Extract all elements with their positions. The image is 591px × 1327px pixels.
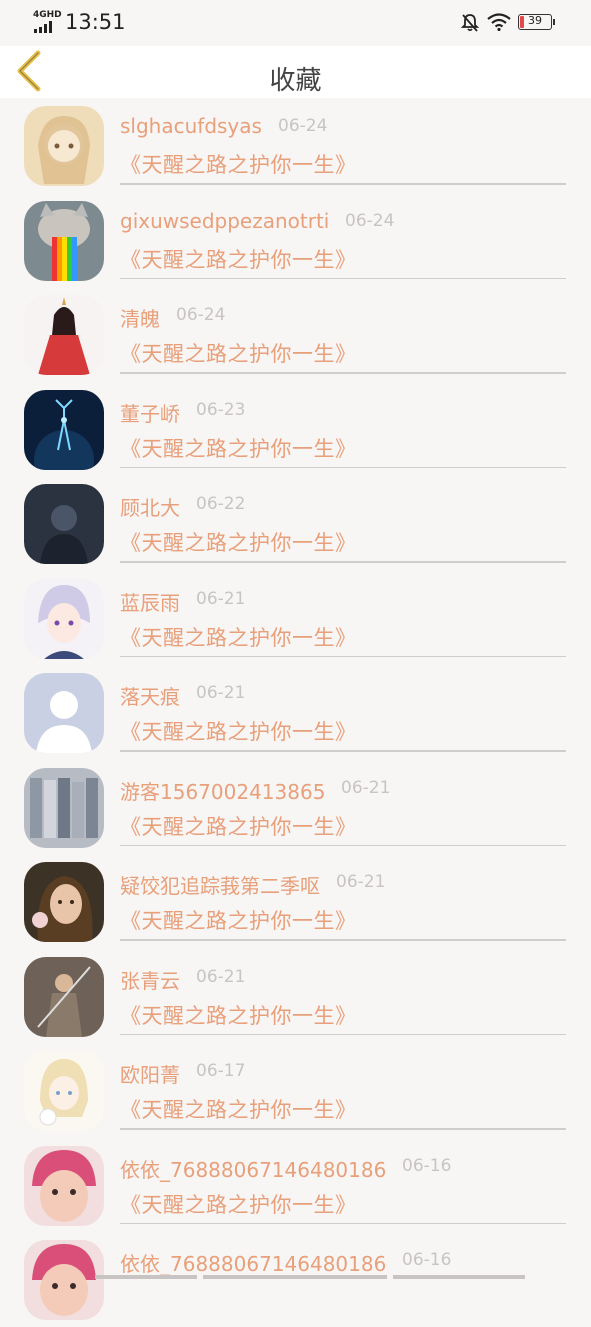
bell-muted-icon — [460, 14, 480, 32]
header: 收藏 — [0, 46, 591, 98]
clock: 13:51 — [65, 10, 126, 34]
list-item[interactable]: gixuwsedppezanotrti 06-24 《天醒之路之护你一生》 — [0, 193, 591, 288]
list-item[interactable]: 依依_76888067146480186 06-16 《天醒之路之护你一生》 — [0, 1138, 591, 1233]
novel-title[interactable]: 《天醒之路之护你一生》 — [120, 433, 357, 463]
avatar[interactable] — [24, 578, 104, 659]
list-item[interactable]: 欧阳菁 06-17 《天醒之路之护你一生》 — [0, 1043, 591, 1138]
list-item[interactable]: 张青云 06-21 《天醒之路之护你一生》 — [0, 949, 591, 1044]
avatar[interactable] — [24, 295, 104, 375]
novel-title[interactable]: 《天醒之路之护你一生》 — [120, 716, 357, 746]
novel-title[interactable]: 《天醒之路之护你一生》 — [120, 244, 357, 274]
novel-title[interactable]: 《天醒之路之护你一生》 — [120, 1000, 357, 1030]
divider — [120, 1128, 566, 1130]
battery-icon: 39 — [518, 14, 555, 30]
item-date: 06-16 — [402, 1250, 452, 1270]
avatar[interactable] — [24, 862, 104, 942]
user-name: 依依_76888067146480186 — [120, 1157, 387, 1182]
list-item[interactable]: 董子峤 06-23 《天醒之路之护你一生》 — [0, 382, 591, 477]
user-name: 依依_76888067146480186 — [120, 1252, 387, 1276]
novel-title[interactable]: 《天醒之路之护你一生》 — [120, 338, 357, 368]
user-name: slghacufdsyas — [120, 114, 262, 138]
divider — [120, 372, 566, 374]
divider — [120, 939, 566, 941]
item-date: 06-21 — [341, 777, 391, 798]
user-name: 董子峤 — [120, 401, 180, 426]
divider — [120, 1033, 566, 1035]
list-item[interactable]: 蓝辰雨 06-21 《天醒之路之护你一生》 — [0, 571, 591, 666]
user-name: 落天痕 — [120, 685, 180, 709]
novel-title[interactable]: 《天醒之路之护你一生》 — [120, 527, 357, 557]
item-date: 06-24 — [176, 305, 226, 325]
divider — [120, 655, 566, 657]
user-name: gixuwsedppezanotrti — [120, 208, 330, 233]
avatar[interactable] — [24, 106, 104, 186]
divider — [120, 1222, 566, 1224]
divider — [120, 466, 566, 468]
scrollbar-segment — [203, 1275, 387, 1279]
novel-title[interactable]: 《天醒之路之护你一生》 — [120, 905, 357, 935]
page-title: 收藏 — [269, 66, 322, 96]
battery-level: 39 — [528, 14, 542, 27]
scrollbar-segment — [393, 1275, 525, 1279]
item-date: 06-21 — [196, 588, 246, 609]
item-date: 06-21 — [196, 966, 246, 987]
user-name: 顾北大 — [120, 496, 180, 520]
list-item[interactable]: 顾北大 06-22 《天醒之路之护你一生》 — [0, 476, 591, 571]
item-date: 06-22 — [196, 494, 246, 514]
list-item[interactable]: slghacufdsyas 06-24 《天醒之路之护你一生》 — [0, 98, 591, 193]
avatar[interactable] — [24, 1051, 104, 1131]
network-type: 4GHD — [33, 10, 62, 20]
user-name: 疑饺犯追踪莪第二季呕 — [120, 874, 320, 898]
avatar[interactable] — [24, 389, 104, 470]
list-item[interactable]: 疑饺犯追踪莪第二季呕 06-21 《天醒之路之护你一生》 — [0, 854, 591, 949]
list-item[interactable]: 落天痕 06-21 《天醒之路之护你一生》 — [0, 665, 591, 760]
user-name: 清魄 — [120, 307, 160, 331]
avatar[interactable] — [24, 200, 104, 281]
signal-icon — [34, 21, 52, 33]
novel-title[interactable]: 《天醒之路之护你一生》 — [120, 149, 357, 179]
novel-title[interactable]: 《天醒之路之护你一生》 — [120, 811, 357, 841]
novel-title[interactable]: 《天醒之路之护你一生》 — [120, 1094, 357, 1124]
list-item[interactable]: 游客1567002413865 06-21 《天醒之路之护你一生》 — [0, 760, 591, 855]
item-date: 06-21 — [196, 683, 246, 703]
item-date: 06-23 — [196, 399, 246, 420]
user-name: 蓝辰雨 — [120, 590, 180, 615]
item-date: 06-16 — [402, 1155, 452, 1176]
divider — [120, 561, 566, 563]
list-item[interactable]: 依依_76888067146480186 06-16 — [0, 1232, 591, 1327]
avatar[interactable] — [24, 484, 104, 564]
item-date: 06-21 — [336, 872, 386, 892]
divider — [120, 750, 566, 752]
avatar[interactable] — [24, 1240, 104, 1320]
list-item[interactable]: 清魄 06-24 《天醒之路之护你一生》 — [0, 287, 591, 382]
user-name: 欧阳菁 — [120, 1063, 180, 1087]
scrollbar-segment — [95, 1275, 197, 1279]
divider — [120, 183, 566, 185]
avatar[interactable] — [24, 673, 104, 753]
item-date: 06-17 — [196, 1061, 246, 1081]
status-bar: 4GHD 13:51 39 — [0, 0, 591, 46]
user-name: 张青云 — [120, 968, 180, 993]
divider — [120, 844, 566, 846]
item-date: 06-24 — [345, 210, 395, 231]
item-date: 06-24 — [278, 116, 328, 136]
wifi-icon — [487, 13, 511, 31]
avatar[interactable] — [24, 956, 104, 1037]
user-name: 游客1567002413865 — [120, 779, 326, 804]
novel-title[interactable]: 《天醒之路之护你一生》 — [120, 1189, 357, 1219]
novel-title[interactable]: 《天醒之路之护你一生》 — [120, 622, 357, 652]
avatar[interactable] — [24, 1145, 104, 1226]
avatar[interactable] — [24, 767, 104, 848]
divider — [120, 277, 566, 279]
